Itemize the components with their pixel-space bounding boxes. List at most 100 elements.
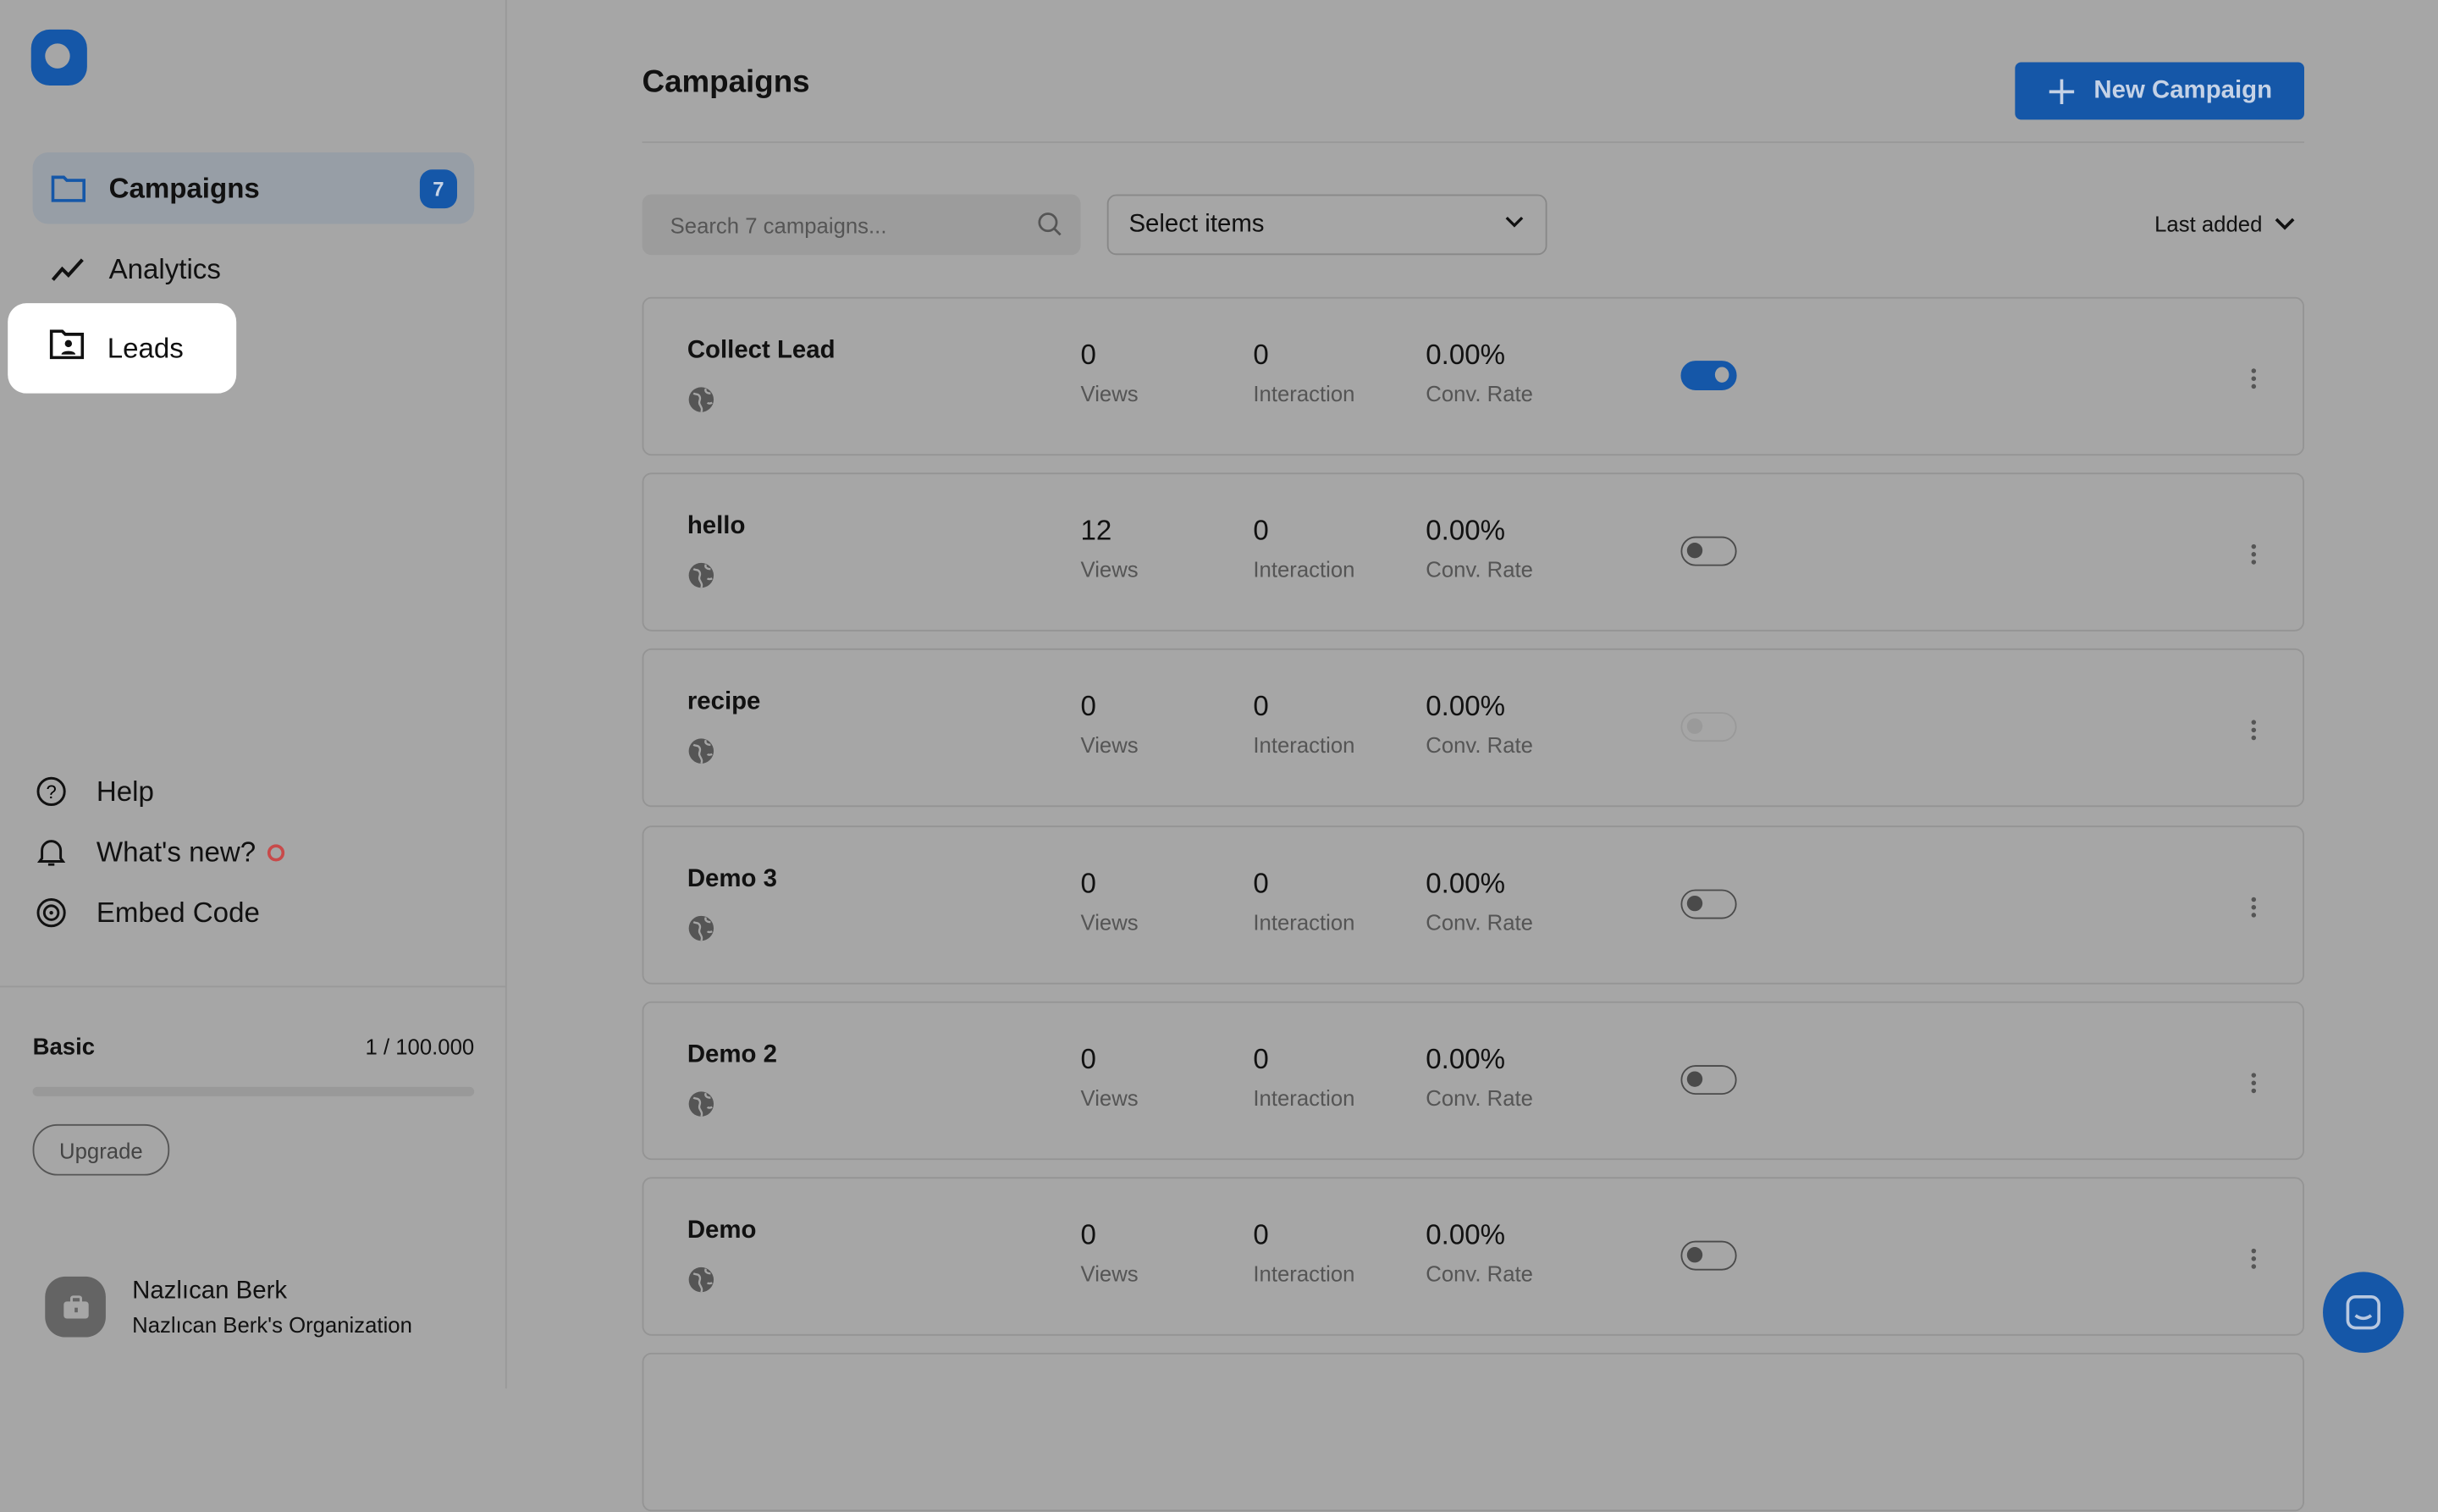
bell-icon: [33, 833, 70, 870]
campaign-name[interactable]: hello: [687, 513, 746, 541]
folder-icon: [50, 169, 87, 207]
views-stat: 0 Views: [1081, 1219, 1139, 1286]
interaction-value: 0: [1253, 339, 1269, 371]
select-items-dropdown[interactable]: Select items: [1106, 194, 1547, 256]
interaction-label: Interaction: [1253, 380, 1355, 406]
campaign-card[interactable]: Collect Lead 0 Views 0 Interaction 0.00% Co…: [642, 296, 2304, 456]
folder-user-icon: [49, 329, 87, 367]
campaign-toggle[interactable]: [1680, 537, 1737, 566]
toggle-knob: [1686, 719, 1703, 735]
conv-rate-value: 0.00%: [1426, 867, 1506, 898]
usage-progress-bar: [32, 1086, 475, 1096]
campaign-toggle[interactable]: [1680, 712, 1737, 742]
interaction-value: 0: [1253, 1218, 1269, 1250]
globe-icon: [688, 915, 714, 941]
avatar[interactable]: [45, 1276, 106, 1338]
conv-rate-value: 0.00%: [1426, 339, 1506, 371]
briefcase-icon: [63, 1294, 88, 1318]
campaign-toggle[interactable]: [1680, 1064, 1737, 1095]
views-value: 12: [1080, 515, 1112, 547]
conv-rate-stat: 0.00% Conv. Rate: [1426, 1219, 1533, 1286]
page-title: Campaigns: [642, 65, 810, 100]
campaign-card[interactable]: Demo 0 Views 0 Interaction 0.00% Conv. Rate: [642, 1177, 2304, 1336]
conv-rate-label: Conv. Rate: [1426, 1084, 1533, 1111]
views-value: 0: [1080, 691, 1096, 722]
sidebar-item-campaigns[interactable]: Campaigns 7: [32, 152, 475, 224]
views-label: Views: [1080, 556, 1139, 582]
sidebar-item-label: Analytics: [108, 252, 221, 284]
campaign-card[interactable]: [642, 1353, 2304, 1512]
conv-rate-stat: 0.00% Conv. Rate: [1426, 1043, 1533, 1110]
more-options-icon[interactable]: [2251, 897, 2258, 920]
search-placeholder: Search 7 campaigns...: [670, 212, 887, 238]
globe-icon: [688, 739, 714, 765]
campaign-name[interactable]: Demo 2: [687, 1041, 777, 1069]
conv-rate-label: Conv. Rate: [1426, 380, 1533, 406]
campaign-card[interactable]: recipe 0 Views 0 Interaction 0.00% Conv. Ra…: [642, 648, 2304, 808]
campaign-toggle[interactable]: [1680, 1240, 1737, 1271]
whats-new-link[interactable]: What's new?: [33, 833, 286, 870]
views-label: Views: [1080, 1084, 1139, 1111]
campaign-name[interactable]: recipe: [687, 689, 761, 717]
interaction-stat: 0 Interaction: [1253, 339, 1354, 406]
campaign-name[interactable]: Demo: [687, 1217, 757, 1245]
interaction-label: Interaction: [1253, 556, 1355, 582]
views-value: 0: [1080, 339, 1096, 371]
globe-icon: [688, 387, 714, 413]
views-label: Views: [1080, 732, 1139, 759]
more-options-icon[interactable]: [2251, 720, 2258, 744]
interaction-stat: 0 Interaction: [1253, 867, 1354, 934]
sidebar: Campaigns 7 Analytics Leads ? Help What'…: [0, 0, 507, 1389]
interaction-value: 0: [1253, 515, 1269, 547]
embed-code-link[interactable]: Embed Code: [33, 894, 260, 931]
more-options-icon[interactable]: [2251, 1072, 2258, 1096]
plus-icon: [2049, 78, 2074, 104]
globe-icon: [688, 1266, 714, 1293]
views-label: Views: [1080, 908, 1139, 935]
search-input[interactable]: Search 7 campaigns...: [642, 194, 1081, 256]
globe-icon: [688, 1090, 714, 1117]
views-value: 0: [1080, 1043, 1096, 1074]
help-link[interactable]: ? Help: [33, 773, 154, 810]
chat-launcher-button[interactable]: [2323, 1272, 2404, 1353]
logo[interactable]: [30, 29, 87, 86]
campaign-count-badge: 7: [419, 169, 457, 209]
conv-rate-label: Conv. Rate: [1426, 1261, 1533, 1286]
chat-icon: [2346, 1294, 2380, 1330]
sort-label: Last added: [2154, 211, 2263, 237]
interaction-label: Interaction: [1253, 1261, 1355, 1286]
notification-dot: [268, 843, 286, 861]
conv-rate-value: 0.00%: [1426, 1218, 1506, 1250]
campaign-toggle[interactable]: [1680, 888, 1737, 919]
campaign-card[interactable]: Demo 3 0 Views 0 Interaction 0.00% Conv. Ra…: [642, 825, 2304, 984]
sidebar-item-leads[interactable]: Leads: [8, 303, 237, 394]
conv-rate-label: Conv. Rate: [1426, 732, 1533, 759]
sidebar-item-analytics[interactable]: Analytics: [33, 234, 475, 305]
new-campaign-button[interactable]: New Campaign: [2015, 62, 2304, 120]
toggle-knob: [1686, 1247, 1703, 1263]
campaign-card[interactable]: Demo 2 0 Views 0 Interaction 0.00% Conv. Ra…: [642, 1001, 2304, 1160]
views-stat: 0 Views: [1081, 1043, 1139, 1110]
toggle-knob: [1686, 1071, 1703, 1087]
campaign-name[interactable]: Demo 3: [687, 865, 777, 893]
campaign-card[interactable]: hello 12 Views 0 Interaction 0.00% Conv. Ra…: [642, 472, 2304, 632]
conv-rate-stat: 0.00% Conv. Rate: [1426, 691, 1533, 758]
interaction-label: Interaction: [1253, 1084, 1355, 1111]
help-circle-icon: ?: [33, 773, 70, 810]
plan-name: Basic: [32, 1034, 96, 1061]
interaction-value: 0: [1253, 1043, 1269, 1074]
sidebar-item-label: Leads: [107, 332, 184, 363]
views-stat: 12 Views: [1081, 515, 1139, 582]
more-options-icon[interactable]: [2251, 544, 2258, 568]
toggle-knob: [1714, 367, 1729, 383]
campaign-toggle[interactable]: [1680, 361, 1737, 391]
campaign-name[interactable]: Collect Lead: [687, 338, 836, 366]
interaction-label: Interaction: [1253, 908, 1355, 935]
more-options-icon[interactable]: [2251, 1248, 2258, 1272]
more-options-icon[interactable]: [2251, 368, 2258, 392]
toggle-knob: [1686, 543, 1703, 559]
upgrade-button[interactable]: Upgrade: [32, 1123, 170, 1176]
interaction-stat: 0 Interaction: [1253, 515, 1354, 582]
conv-rate-stat: 0.00% Conv. Rate: [1426, 339, 1533, 406]
sort-dropdown[interactable]: Last added: [2154, 212, 2295, 236]
